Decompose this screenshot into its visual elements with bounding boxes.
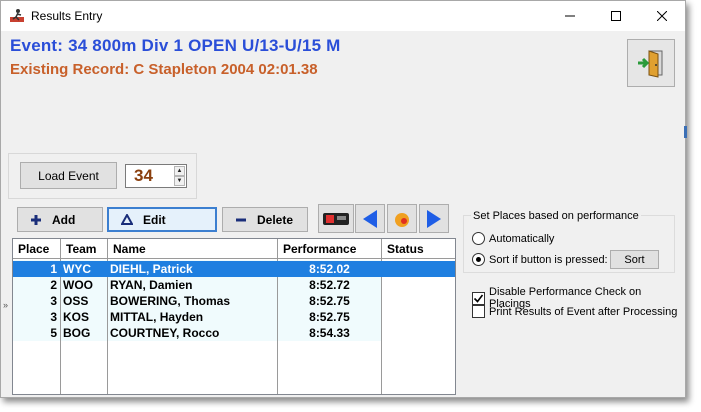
cell-place: 2 <box>50 278 57 292</box>
window-controls <box>547 1 685 31</box>
maximize-button[interactable] <box>593 1 639 31</box>
edit-button[interactable]: Edit <box>107 207 217 232</box>
triangle-icon <box>119 214 135 225</box>
spinner-down-icon[interactable]: ▼ <box>174 176 185 186</box>
results-grid[interactable]: Place Team Name Performance Status 1 WYC D… <box>12 238 456 395</box>
stopwatch-button[interactable] <box>318 204 354 233</box>
grid-header: Place Team Name Performance Status <box>13 239 455 259</box>
table-row[interactable]: 5 BOG COURTNEY, Rocco 8:54.33 <box>13 325 455 341</box>
radio-automatically[interactable]: Automatically <box>472 232 554 245</box>
cell-name: MITTAL, Hayden <box>110 310 204 324</box>
cell-place: 5 <box>50 326 57 340</box>
row-indicator: » <box>3 300 9 310</box>
record-badge-icon <box>395 212 409 227</box>
radio-sort-if-pressed-label: Sort if button is pressed: <box>489 253 608 266</box>
cell-place: 3 <box>50 310 57 324</box>
results-entry-window: Results Entry Event: 34 800m Div 1 OPEN … <box>0 0 687 398</box>
arrow-left-icon <box>363 209 377 228</box>
delete-label: Delete <box>257 212 294 227</box>
cell-name: RYAN, Damien <box>110 278 193 292</box>
scroll-marker <box>684 126 687 138</box>
cell-status <box>382 277 455 293</box>
cell-status <box>382 325 455 341</box>
cell-team: WOO <box>63 278 93 292</box>
delete-button[interactable]: Delete <box>222 207 308 232</box>
cell-name: BOWERING, Thomas <box>110 294 231 308</box>
radio-sort-if-pressed[interactable]: Sort if button is pressed: <box>472 253 608 266</box>
column-header-place[interactable]: Place <box>13 239 61 259</box>
sort-button[interactable]: Sort <box>610 250 659 269</box>
radio-sort-if-pressed-icon <box>472 253 485 266</box>
previous-button[interactable] <box>355 204 385 233</box>
check-print-results[interactable]: Print Results of Event after Processing <box>472 305 677 318</box>
table-row[interactable]: 1 WYC DIEHL, Patrick 8:52.02 <box>13 261 455 277</box>
cell-performance: 8:52.02 <box>309 262 350 276</box>
plus-icon <box>28 214 44 226</box>
column-header-team[interactable]: Team <box>61 239 108 259</box>
cell-name: COURTNEY, Rocco <box>110 326 220 340</box>
radio-automatically-icon <box>472 232 485 245</box>
radio-automatically-label: Automatically <box>489 232 555 245</box>
minimize-icon <box>565 15 575 17</box>
set-places-title: Set Places based on performance <box>471 210 641 222</box>
column-header-status[interactable]: Status <box>382 239 455 259</box>
load-event-label: Load Event <box>38 168 99 183</box>
cell-performance: 8:54.33 <box>309 326 350 340</box>
record-button[interactable] <box>387 204 417 233</box>
cell-place: 3 <box>50 294 57 308</box>
checkmark-icon <box>473 294 484 303</box>
timing-device-icon <box>323 212 349 225</box>
cell-status <box>382 261 455 277</box>
exit-door-icon <box>638 50 663 78</box>
checkbox-print-results-icon <box>472 305 485 318</box>
load-event-button[interactable]: Load Event <box>20 162 117 189</box>
existing-record: Existing Record: C Stapleton 2004 02:01.… <box>10 61 318 78</box>
table-row[interactable]: 2 WOO RYAN, Damien 8:52.72 <box>13 277 455 293</box>
check-print-results-label: Print Results of Event after Processing <box>489 305 678 318</box>
maximize-icon <box>611 11 621 21</box>
load-event-group: Load Event 34 ▲ ▼ <box>8 153 197 199</box>
event-title: Event: 34 800m Div 1 OPEN U/13-U/15 M <box>10 36 341 55</box>
cell-team: BOG <box>63 326 91 340</box>
table-row[interactable]: 3 KOS MITTAL, Hayden 8:52.75 <box>13 309 455 325</box>
title-bar: Results Entry <box>1 1 685 31</box>
minus-icon <box>233 214 249 226</box>
edit-label: Edit <box>143 212 166 227</box>
add-button[interactable]: Add <box>17 207 103 232</box>
exit-button[interactable] <box>627 39 675 87</box>
column-header-name[interactable]: Name <box>108 239 278 259</box>
cell-name: DIEHL, Patrick <box>110 262 193 276</box>
cell-place: 1 <box>50 262 57 276</box>
cell-team: OSS <box>63 294 89 308</box>
cell-team: KOS <box>63 310 90 324</box>
cell-status <box>382 309 455 325</box>
column-header-performance[interactable]: Performance <box>278 239 382 259</box>
spinner-arrows: ▲ ▼ <box>174 166 185 186</box>
minimize-button[interactable] <box>547 1 593 31</box>
checkbox-disable-performance-icon <box>472 291 485 305</box>
cell-status <box>382 293 455 309</box>
cell-performance: 8:52.72 <box>309 278 350 292</box>
window-title: Results Entry <box>31 9 103 23</box>
add-label: Add <box>52 212 76 227</box>
app-runner-icon <box>9 8 25 24</box>
spinner-up-icon[interactable]: ▲ <box>174 166 185 176</box>
table-row[interactable]: 3 OSS BOWERING, Thomas 8:52.75 <box>13 293 455 309</box>
sort-label: Sort <box>624 253 645 266</box>
event-number-spinner[interactable]: 34 ▲ ▼ <box>125 164 187 188</box>
cell-team: WYC <box>63 262 91 276</box>
next-button[interactable] <box>419 204 449 233</box>
event-number-value: 34 <box>134 166 153 185</box>
arrow-right-icon <box>427 209 441 228</box>
close-button[interactable] <box>639 1 685 31</box>
close-icon <box>657 11 667 21</box>
cell-performance: 8:52.75 <box>309 294 350 308</box>
cell-performance: 8:52.75 <box>309 310 350 324</box>
